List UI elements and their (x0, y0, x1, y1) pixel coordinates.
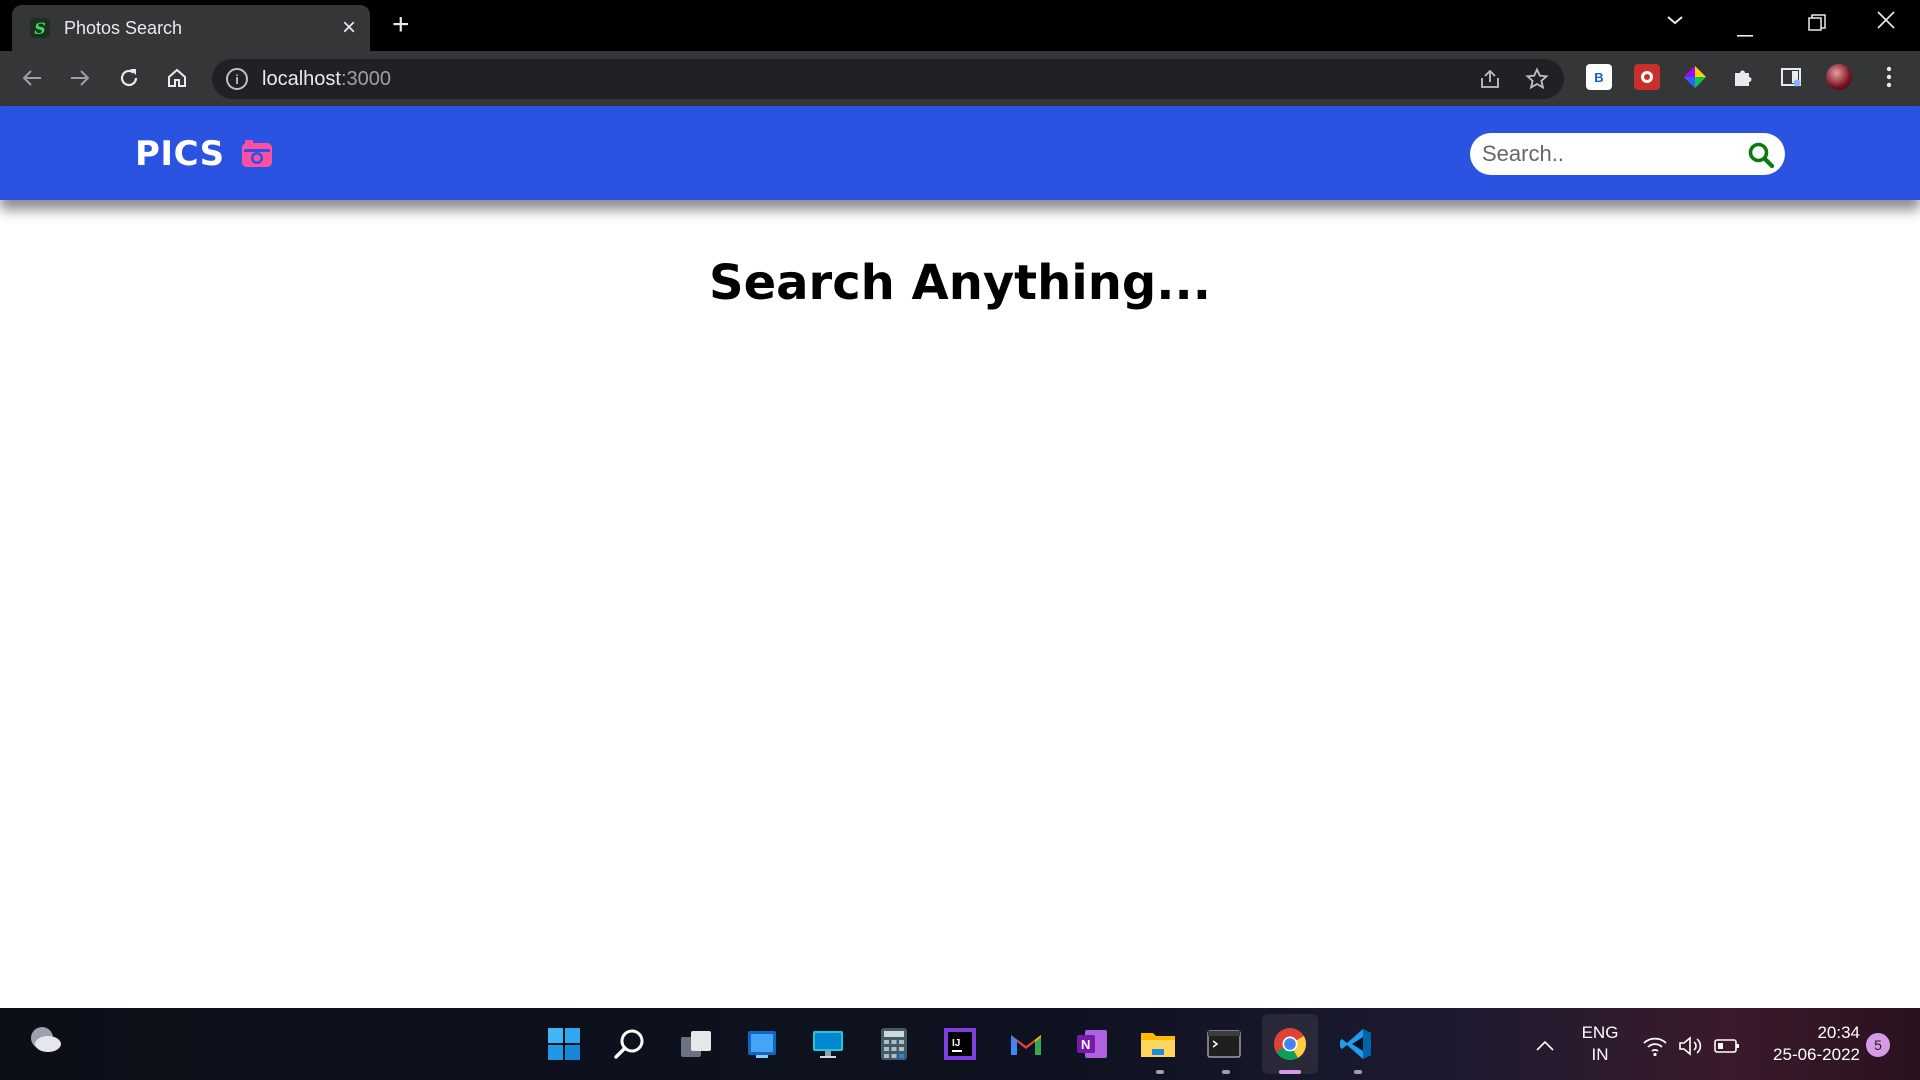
profile-avatar[interactable] (1826, 64, 1852, 90)
onenote-icon[interactable]: N (1074, 1026, 1110, 1062)
weather-widget-icon[interactable] (28, 1022, 64, 1058)
browser-tab-strip: S Photos Search × + (0, 0, 1920, 51)
url-host: localhost (262, 68, 341, 90)
wifi-icon[interactable] (1640, 1028, 1670, 1064)
forward-icon[interactable] (64, 62, 96, 94)
svg-text:IJ: IJ (952, 1038, 960, 1049)
widgets-icon[interactable] (744, 1026, 780, 1062)
chrome-icon[interactable] (1272, 1026, 1308, 1062)
file-explorer-running-indicator (1156, 1070, 1164, 1074)
browser-tab[interactable]: S Photos Search × (12, 5, 370, 51)
share-icon[interactable] (1478, 67, 1502, 91)
windows-start-icon[interactable] (546, 1026, 582, 1062)
search-icon (1748, 142, 1775, 169)
vscode-running-indicator (1354, 1070, 1362, 1074)
ublock-icon[interactable] (1634, 64, 1660, 90)
svg-text:N: N (1081, 1037, 1090, 1052)
address-url[interactable]: localhost:3000 (262, 68, 391, 91)
chrome-active-indicator (1279, 1070, 1301, 1074)
file-explorer-icon[interactable] (1140, 1026, 1176, 1062)
clock-time: 20:34 (1817, 1023, 1860, 1042)
search-button[interactable] (1747, 141, 1775, 169)
volume-icon[interactable] (1676, 1028, 1706, 1064)
taskbar-search-icon[interactable] (612, 1026, 648, 1062)
terminal-running-indicator (1222, 1070, 1230, 1074)
input-language[interactable]: ENG IN (1576, 1022, 1624, 1066)
terminal-icon[interactable] (1206, 1026, 1242, 1062)
home-icon[interactable] (161, 62, 193, 94)
notification-badge[interactable]: 5 (1866, 1033, 1890, 1057)
address-bar[interactable]: i localhost:3000 (212, 59, 1564, 99)
clock[interactable]: 20:34 25-06-2022 (1756, 1022, 1860, 1066)
battery-icon[interactable] (1712, 1028, 1742, 1064)
intellij-icon[interactable]: IJ (942, 1026, 978, 1062)
new-tab-icon[interactable]: + (392, 10, 410, 40)
task-view-icon[interactable] (678, 1026, 714, 1062)
page-heading: Search Anything... (709, 255, 1211, 311)
minimize-window-icon[interactable] (1737, 18, 1753, 44)
brand-name: PICS (135, 134, 225, 174)
remote-desktop-icon[interactable] (810, 1026, 846, 1062)
region-code: IN (1591, 1045, 1609, 1064)
search-input[interactable] (1482, 133, 1732, 175)
color-picker-icon[interactable] (1682, 64, 1708, 90)
browser-menu-icon[interactable] (1876, 64, 1902, 90)
sidebar-icon[interactable] (1778, 64, 1804, 90)
restore-window-icon[interactable] (1808, 12, 1826, 38)
gmail-icon[interactable] (1008, 1026, 1044, 1062)
clock-date: 25-06-2022 (1773, 1045, 1860, 1064)
vscode-icon[interactable] (1338, 1026, 1374, 1062)
close-window-icon[interactable] (1876, 10, 1896, 36)
tab-favicon: S (30, 18, 50, 38)
tab-title: Photos Search (64, 17, 183, 38)
brand-logo[interactable]: PICS (135, 134, 273, 174)
extensions-puzzle-icon[interactable] (1730, 64, 1756, 90)
bitwarden-icon[interactable]: B (1586, 64, 1612, 90)
url-port: :3000 (340, 68, 391, 90)
site-navbar: PICS (0, 106, 1920, 200)
bookmark-star-icon[interactable] (1525, 67, 1549, 91)
language-code: ENG (1581, 1023, 1619, 1042)
show-hidden-icons-chevron-icon[interactable] (1530, 1028, 1560, 1064)
search-form (1470, 133, 1785, 175)
tab-search-chevron-icon[interactable] (1666, 10, 1684, 31)
camera-retro-icon (241, 140, 272, 167)
back-icon[interactable] (16, 62, 48, 94)
site-info-icon[interactable]: i (226, 68, 248, 90)
calculator-icon[interactable] (876, 1026, 912, 1062)
tab-close-icon[interactable]: × (342, 16, 356, 40)
reload-icon[interactable] (113, 62, 145, 94)
